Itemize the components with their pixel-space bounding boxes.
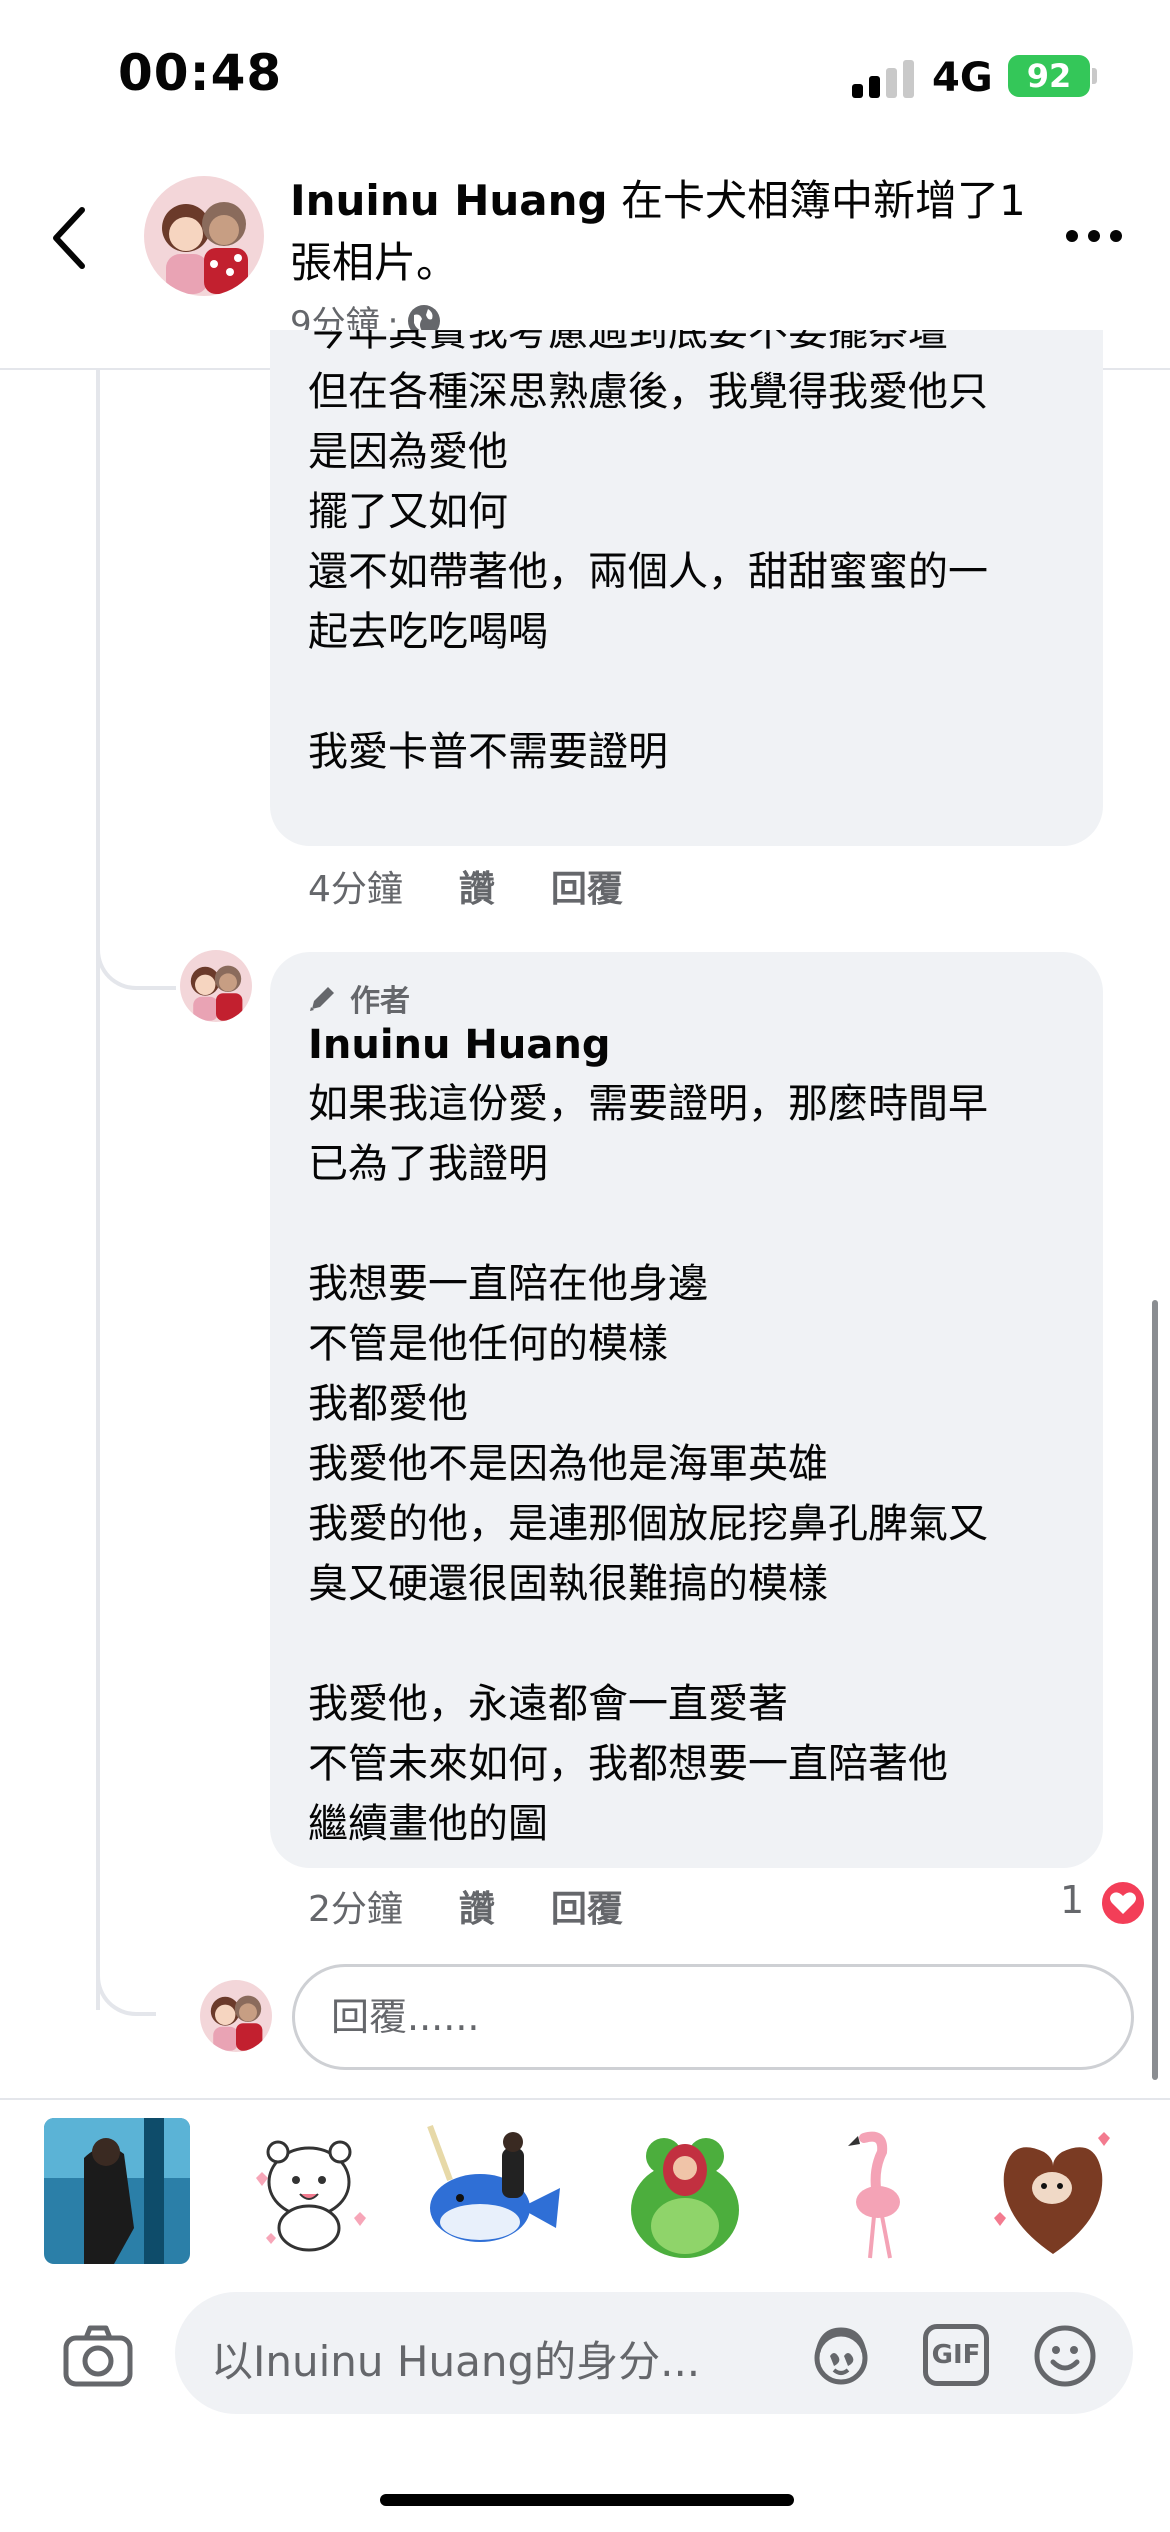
post-title: Inuinu Huang 在卡犬相簿中新增了1 張相片。: [290, 170, 1030, 294]
white-bear-sticker[interactable]: [236, 2118, 382, 2264]
flamingo-sticker[interactable]: [804, 2118, 950, 2264]
comment-author[interactable]: Inuinu Huang: [308, 1022, 610, 1068]
dot: [1088, 230, 1100, 242]
photo-sticker[interactable]: [44, 2118, 190, 2264]
scrollbar[interactable]: [1152, 1300, 1158, 2080]
narwhal-sticker[interactable]: [420, 2118, 566, 2264]
avatar-sticker-button[interactable]: [808, 2322, 874, 2388]
signal-icon: [852, 58, 916, 98]
thread-line: [96, 370, 100, 2010]
thread-connector: [96, 900, 176, 990]
home-indicator[interactable]: [380, 2494, 794, 2506]
thread-connector: [96, 1930, 156, 2016]
reply-input[interactable]: 回覆......: [292, 1964, 1134, 2070]
post-author-name[interactable]: Inuinu Huang: [290, 176, 608, 225]
camera-icon: [63, 2325, 133, 2387]
comment-time: 2分鐘: [308, 1889, 403, 1930]
emoji-button[interactable]: [1031, 2322, 1099, 2390]
dot: [1066, 230, 1078, 242]
status-time: 00:48: [118, 44, 283, 102]
frog-sticker[interactable]: [612, 2118, 758, 2264]
commenter-avatar[interactable]: [180, 950, 252, 1022]
avatar-sticker-icon: [814, 2327, 868, 2385]
battery-level: 92: [1026, 57, 1072, 95]
camera-button[interactable]: [58, 2316, 138, 2396]
like-button[interactable]: 讚: [459, 1880, 495, 1932]
comment-actions: 2分鐘 讚 回覆: [308, 1880, 623, 1932]
comment-clipped-line: 今年其實我考慮過到底要不要擺祭壇: [308, 330, 948, 355]
battery-cap: [1092, 68, 1097, 84]
back-button[interactable]: [38, 198, 108, 278]
comment-bubble[interactable]: 作者 Inuinu Huang 如果我這份愛，需要證明，那麼時間早 已為了我證明…: [270, 952, 1103, 1868]
gif-button[interactable]: GIF: [923, 2324, 989, 2386]
smiley-icon: [1034, 2325, 1096, 2387]
author-badge: 作者: [306, 976, 410, 1020]
my-avatar: [200, 1980, 272, 2052]
sloth-heart-sticker[interactable]: [980, 2118, 1126, 2264]
reaction-count[interactable]: 1: [1060, 1878, 1084, 1922]
reply-button[interactable]: 回覆: [551, 1880, 623, 1932]
comment-text: 但在各種深思熟慮後，我覺得我愛他只 是因為愛他 擺了又如何 還不如帶著他，兩個人…: [308, 369, 988, 775]
network-type: 4G: [932, 55, 993, 101]
comment-input-placeholder: 以Inuinu Huang的身分...: [211, 2337, 701, 2386]
comment-time: 4分鐘: [308, 869, 403, 910]
more-options-button[interactable]: [1066, 220, 1126, 250]
comment-input[interactable]: 以Inuinu Huang的身分... GIF: [175, 2292, 1133, 2414]
sticker-tray: [0, 2098, 1170, 2278]
chevron-left-icon: [53, 207, 85, 269]
like-button[interactable]: 讚: [459, 860, 495, 912]
dot: [1110, 230, 1122, 242]
author-avatar[interactable]: [144, 176, 264, 296]
status-bar: 00:48 4G 92: [0, 0, 1170, 150]
pen-icon: [310, 987, 334, 1011]
comment-text: 如果我這份愛，需要證明，那麼時間早 已為了我證明 我想要一直陪在他身邊 不管是他…: [308, 1081, 988, 1847]
battery-icon: 92: [1008, 55, 1090, 97]
reply-button[interactable]: 回覆: [551, 860, 623, 912]
author-badge-label: 作者: [350, 984, 410, 1019]
comment-bubble[interactable]: 今年其實我考慮過到底要不要擺祭壇 但在各種深思熟慮後，我覺得我愛他只 是因為愛他…: [270, 330, 1103, 846]
heart-icon[interactable]: [1098, 1878, 1148, 1928]
comment-actions: 4分鐘 讚 回覆: [308, 860, 623, 912]
